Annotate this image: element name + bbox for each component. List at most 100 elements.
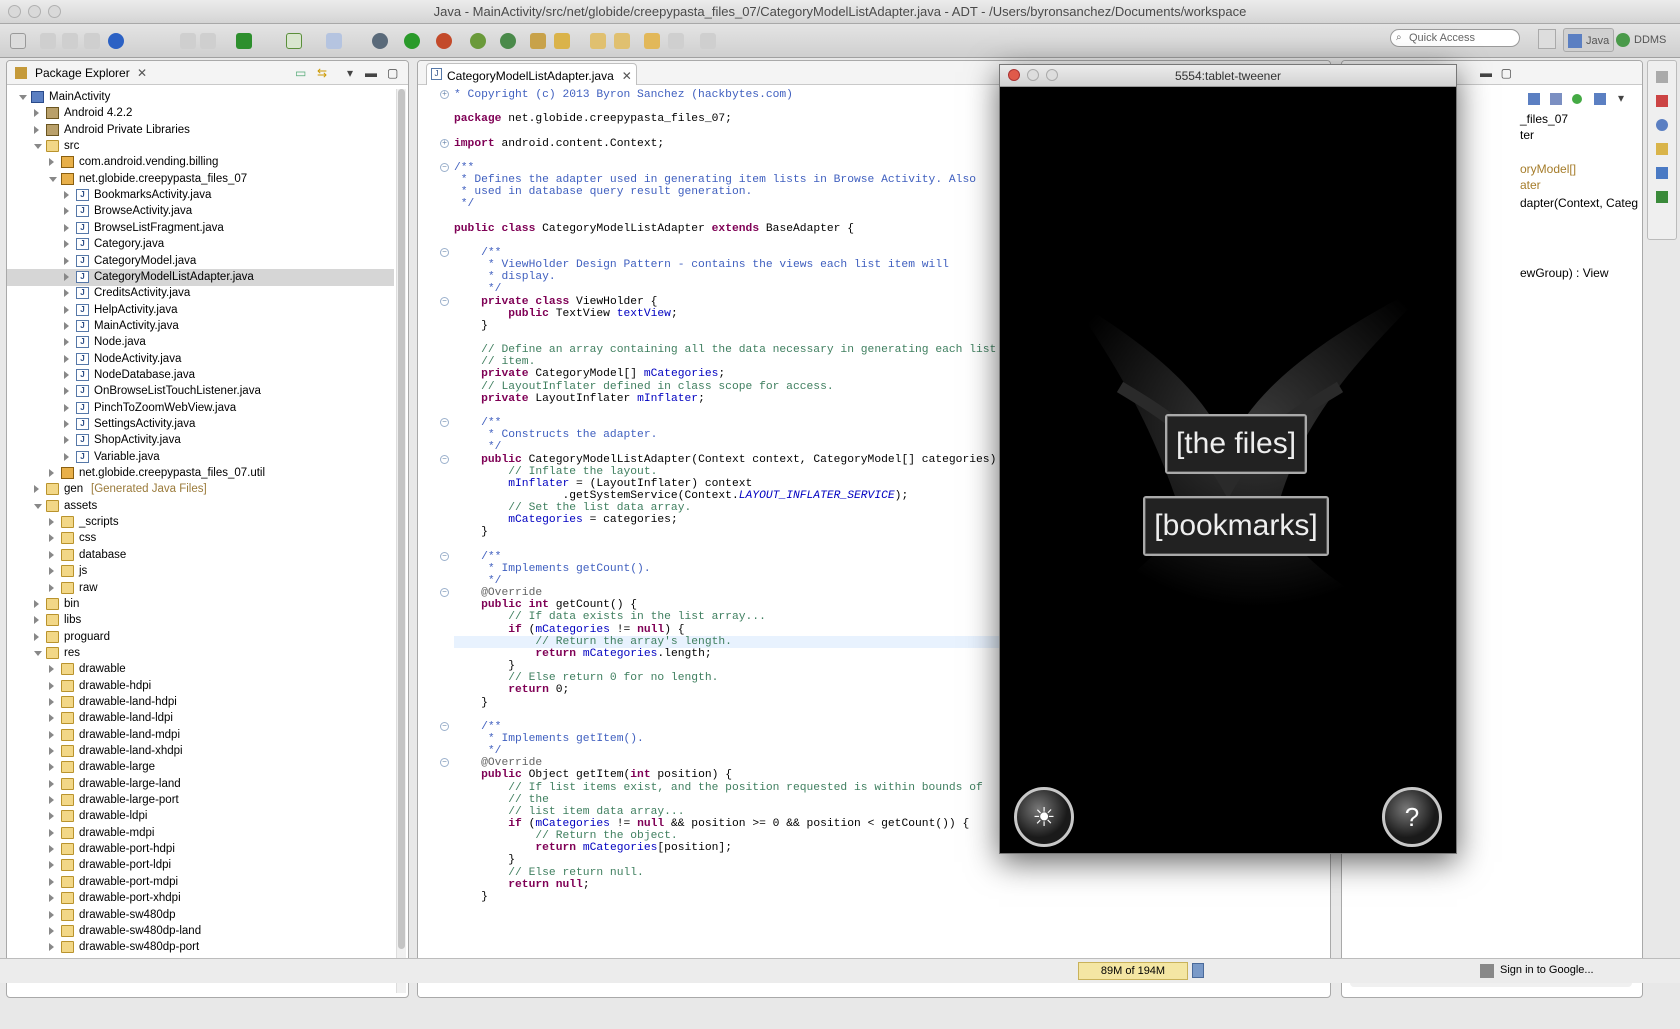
tree-item[interactable]: drawable-land-mdpi (7, 727, 394, 744)
chevron-right-icon[interactable] (49, 550, 54, 559)
chevron-right-icon[interactable] (49, 894, 54, 903)
tree-item[interactable]: libs (7, 612, 394, 629)
tree-item[interactable]: J PinchToZoomWebView.java (7, 400, 394, 417)
close-window-button[interactable] (1008, 69, 1020, 81)
tree-item[interactable]: drawable-sw480dp-port (7, 939, 394, 956)
fold-toggle-icon[interactable]: + (440, 90, 449, 99)
minimize-icon[interactable]: ▬ (1480, 61, 1492, 85)
tree-item[interactable]: src (7, 138, 394, 155)
tree-item[interactable]: css (7, 530, 394, 547)
tree-item[interactable]: net.globide.creepypasta_files_07 (7, 171, 394, 188)
tree-item[interactable]: MainActivity (7, 89, 394, 106)
chevron-right-icon[interactable] (49, 158, 54, 167)
scroll-thumb[interactable] (398, 89, 405, 949)
chevron-right-icon[interactable] (64, 338, 69, 347)
close-window-button[interactable] (8, 5, 21, 18)
tree-item[interactable]: J CategoryModelListAdapter.java (7, 268, 394, 286)
tree-item[interactable]: J Variable.java (7, 449, 394, 466)
chevron-right-icon[interactable] (49, 861, 54, 870)
close-icon[interactable]: ✕ (622, 64, 632, 88)
hide-static-icon[interactable] (1550, 93, 1562, 105)
tree-item[interactable]: drawable-port-ldpi (7, 857, 394, 874)
perspective-java-button[interactable]: Java (1563, 28, 1615, 52)
tree-item[interactable]: drawable-large-land (7, 776, 394, 793)
tree-item[interactable]: drawable-mdpi (7, 825, 394, 842)
print-icon[interactable] (84, 33, 100, 49)
task-icon[interactable] (286, 33, 302, 49)
chevron-right-icon[interactable] (49, 665, 54, 674)
maximize-icon[interactable]: ▢ (1501, 61, 1512, 85)
chevron-right-icon[interactable] (64, 223, 69, 232)
tree-item[interactable]: J Node.java (7, 334, 394, 351)
minimize-window-button[interactable] (28, 5, 41, 18)
open-perspective-icon[interactable] (1538, 29, 1556, 49)
view-menu-icon[interactable]: ▾ (1618, 91, 1624, 105)
chevron-right-icon[interactable] (64, 191, 69, 200)
chevron-right-icon[interactable] (64, 321, 69, 330)
chevron-right-icon[interactable] (34, 125, 39, 134)
chevron-right-icon[interactable] (64, 403, 69, 412)
toggle-mark-icon[interactable] (200, 33, 216, 49)
fold-toggle-icon[interactable]: − (440, 721, 449, 731)
tree-item[interactable]: J CategoryModel.java (7, 253, 394, 270)
tree-item[interactable]: J NodeActivity.java (7, 351, 394, 368)
outline-item[interactable]: ater (1520, 177, 1642, 194)
chevron-right-icon[interactable] (49, 845, 54, 854)
chevron-right-icon[interactable] (34, 632, 39, 641)
chevron-right-icon[interactable] (34, 616, 39, 625)
tree-item[interactable]: drawable-land-ldpi (7, 710, 394, 727)
outline-item[interactable]: oryModel[] (1520, 161, 1642, 178)
chevron-right-icon[interactable] (49, 812, 54, 821)
tree-item[interactable]: assets (7, 498, 394, 515)
javadoc-icon[interactable] (1656, 119, 1668, 131)
chevron-right-icon[interactable] (49, 567, 54, 576)
toggle-block-icon[interactable] (180, 33, 196, 49)
chevron-right-icon[interactable] (34, 485, 39, 494)
new-icon[interactable] (10, 33, 26, 49)
tree-item[interactable]: J NodeDatabase.java (7, 367, 394, 384)
tree-item[interactable]: bin (7, 596, 394, 613)
tree-item[interactable]: drawable-sw480dp-land (7, 923, 394, 940)
chevron-right-icon[interactable] (49, 714, 54, 723)
tree-item[interactable]: J BrowseListFragment.java (7, 220, 394, 237)
chevron-right-icon[interactable] (49, 943, 54, 952)
chevron-right-icon[interactable] (64, 387, 69, 396)
tree-item[interactable]: drawable-large (7, 759, 394, 776)
editor-tab[interactable]: J CategoryModelListAdapter.java ✕ (426, 63, 637, 85)
chevron-right-icon[interactable] (64, 370, 69, 379)
minimize-window-button[interactable] (1027, 69, 1039, 81)
chevron-right-icon[interactable] (49, 779, 54, 788)
chevron-right-icon[interactable] (49, 697, 54, 706)
package-explorer-scrollbar[interactable] (396, 89, 406, 993)
tree-item[interactable]: drawable-large-port (7, 792, 394, 809)
back-icon[interactable] (644, 33, 660, 49)
chevron-down-icon[interactable] (19, 95, 27, 100)
logcat-icon[interactable] (1656, 191, 1668, 203)
run-icon[interactable] (404, 33, 420, 49)
tree-item[interactable]: drawable-hdpi (7, 678, 394, 695)
outline-item[interactable]: ter (1520, 127, 1642, 144)
tree-item[interactable]: J SettingsActivity.java (7, 416, 394, 433)
new-package-icon[interactable] (500, 33, 516, 49)
search-icon[interactable] (554, 33, 570, 49)
tree-item[interactable]: J Category.java (7, 236, 394, 253)
tree-item[interactable]: drawable-port-xhdpi (7, 890, 394, 907)
code-line[interactable]: // Else return null. (454, 867, 1330, 879)
prev-annotation-icon[interactable] (614, 33, 630, 49)
hide-fields-icon[interactable] (1528, 93, 1540, 105)
chevron-down-icon[interactable] (34, 144, 42, 150)
restore-icon[interactable] (1656, 71, 1668, 83)
tree-item[interactable]: res (7, 645, 394, 662)
chevron-right-icon[interactable] (49, 910, 54, 919)
outline-item[interactable]: _files_07 (1520, 111, 1642, 128)
chevron-right-icon[interactable] (49, 681, 54, 690)
chevron-right-icon[interactable] (64, 452, 69, 461)
chevron-right-icon[interactable] (34, 109, 39, 118)
fold-toggle-icon[interactable]: − (440, 247, 449, 257)
minimize-icon[interactable]: ▬ (365, 61, 377, 85)
tree-item[interactable]: js (7, 563, 394, 580)
tree-item[interactable]: drawable-ldpi (7, 808, 394, 825)
chevron-right-icon[interactable] (64, 207, 69, 216)
chevron-right-icon[interactable] (49, 534, 54, 543)
android-manager-icon[interactable] (236, 33, 252, 49)
